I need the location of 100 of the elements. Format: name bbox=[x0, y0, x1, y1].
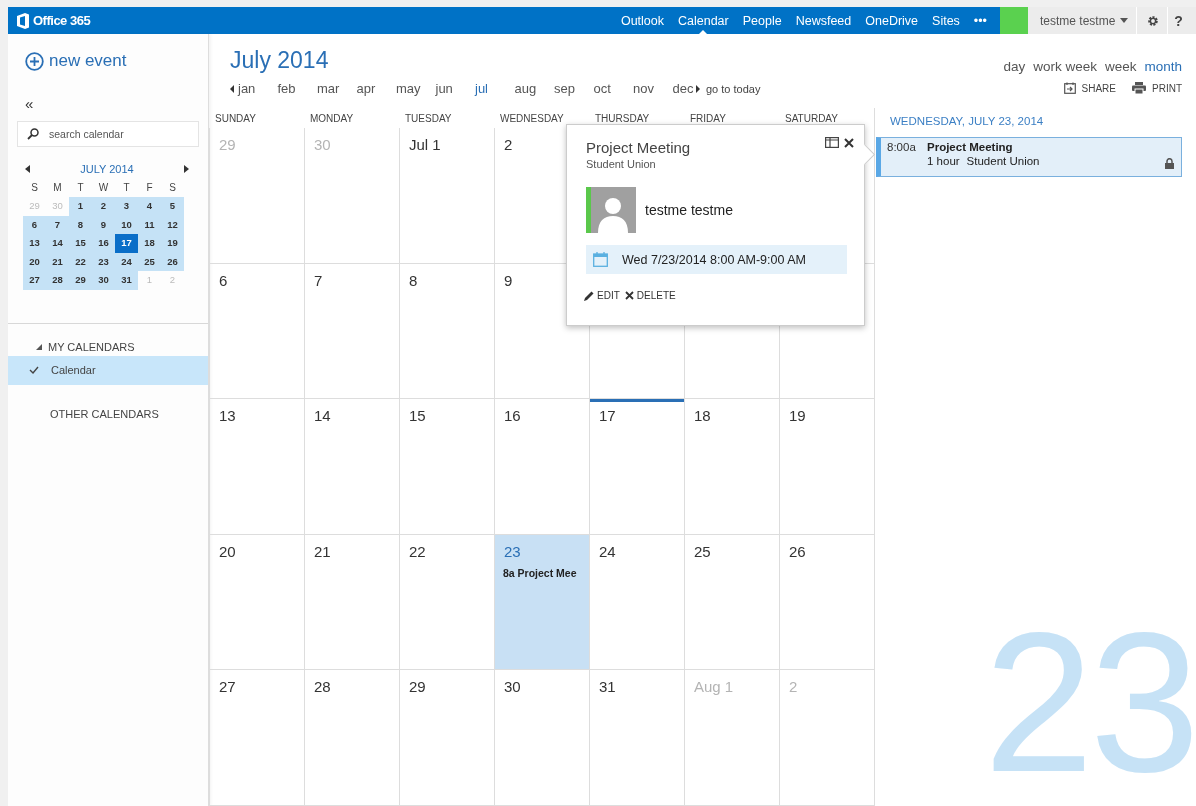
mini-calendar-day[interactable]: 13 bbox=[23, 234, 46, 253]
go-to-today-link[interactable]: go to today bbox=[706, 82, 761, 95]
day-number: 7 bbox=[314, 270, 323, 289]
event-location: Student Union bbox=[586, 158, 657, 170]
weekday-header: THURSDAY bbox=[594, 112, 651, 126]
mini-calendar-day[interactable]: 3 bbox=[115, 197, 138, 216]
day-cell[interactable]: 19 bbox=[779, 399, 874, 535]
month-link[interactable]: mar bbox=[317, 81, 357, 96]
month-link[interactable]: sep bbox=[554, 81, 594, 96]
month-link[interactable]: nov bbox=[633, 81, 673, 96]
mini-calendar-day[interactable]: 1 bbox=[69, 197, 92, 216]
day-number: 22 bbox=[409, 541, 426, 560]
day-cell[interactable]: 25 bbox=[684, 534, 779, 671]
new-event-button[interactable]: new event bbox=[25, 51, 127, 71]
previous-icon[interactable] bbox=[230, 84, 234, 93]
pencil-icon bbox=[584, 290, 594, 301]
day-number: 29 bbox=[219, 135, 236, 153]
day-cell[interactable]: 18 bbox=[684, 399, 779, 535]
calendar-item[interactable]: Calendar bbox=[8, 355, 208, 385]
view-tab[interactable]: work week bbox=[1033, 59, 1097, 74]
nav-link[interactable]: ••• bbox=[966, 7, 994, 34]
nav-link[interactable]: Outlook bbox=[613, 7, 671, 34]
print-button[interactable]: PRINT bbox=[1132, 82, 1182, 94]
mini-calendar-day[interactable]: 18 bbox=[138, 234, 161, 253]
nav-link[interactable]: People bbox=[735, 7, 789, 34]
close-icon[interactable] bbox=[844, 137, 854, 148]
day-cell[interactable]: 8 bbox=[399, 263, 494, 400]
nav-link[interactable]: OneDrive bbox=[858, 7, 926, 34]
mini-calendar-day[interactable]: 6 bbox=[23, 215, 46, 234]
nav-link[interactable]: Newsfeed bbox=[788, 7, 859, 34]
event-label[interactable]: 8a Project Mee bbox=[503, 566, 577, 579]
month-link[interactable]: apr bbox=[356, 81, 396, 96]
plus-circle-icon bbox=[25, 51, 44, 71]
weekday-header: SUNDAY bbox=[214, 112, 257, 126]
event-time: Wed 7/23/2014 8:00 AM-9:00 AM bbox=[622, 252, 806, 267]
day-number: 30 bbox=[504, 677, 521, 696]
day-cell[interactable]: 29 bbox=[399, 670, 494, 806]
month-link[interactable]: jun bbox=[435, 81, 475, 96]
day-cell[interactable]: 15 bbox=[399, 399, 494, 535]
day-number: 31 bbox=[599, 677, 616, 696]
month-link[interactable]: jul bbox=[475, 81, 515, 96]
close-icon bbox=[624, 291, 634, 300]
mini-calendar-day[interactable]: 5 bbox=[161, 197, 184, 216]
month-link[interactable]: aug bbox=[514, 81, 554, 96]
agenda-event[interactable]: 8:00a Project Meeting 1 hour Student Union bbox=[876, 137, 1182, 177]
day-cell[interactable]: 21 bbox=[304, 534, 399, 671]
day-cell[interactable]: Jul 1 bbox=[399, 128, 494, 264]
day-cell[interactable]: 17 bbox=[589, 399, 684, 535]
day-number: 28 bbox=[314, 677, 331, 696]
next-icon[interactable] bbox=[696, 84, 700, 93]
view-tab[interactable]: month bbox=[1144, 59, 1182, 74]
month-link[interactable]: oct bbox=[593, 81, 633, 96]
day-cell[interactable]: 26 bbox=[779, 534, 874, 671]
mini-calendar-day[interactable]: 17 bbox=[115, 234, 138, 253]
day-cell[interactable]: 23 8a Project Mee bbox=[494, 534, 589, 671]
day-cell[interactable]: 24 bbox=[589, 534, 684, 671]
delete-button[interactable]: DELETE bbox=[624, 290, 676, 301]
weekday-label: S bbox=[168, 181, 177, 195]
mini-calendar-day[interactable]: 7 bbox=[46, 215, 69, 234]
month-link[interactable]: may bbox=[396, 81, 436, 96]
next-icon[interactable] bbox=[184, 165, 189, 173]
view-tab[interactable]: day bbox=[1003, 59, 1026, 74]
nav-link[interactable]: Calendar bbox=[671, 7, 736, 34]
month-link[interactable]: jan bbox=[238, 81, 278, 96]
settings-icon[interactable] bbox=[1147, 14, 1160, 27]
share-button[interactable]: SHARE bbox=[1063, 82, 1116, 94]
day-cell[interactable]: 27 bbox=[209, 670, 304, 806]
mini-calendar-day[interactable]: 2 bbox=[92, 197, 115, 216]
mini-calendar-day[interactable]: 30 bbox=[92, 271, 115, 290]
printer-icon bbox=[1132, 82, 1146, 94]
view-tab[interactable]: week bbox=[1104, 59, 1137, 74]
day-cell[interactable]: 13 bbox=[209, 399, 304, 535]
mini-calendar-day[interactable]: 16 bbox=[92, 234, 115, 253]
search-field[interactable]: search calendar bbox=[17, 121, 199, 147]
expanded-icon[interactable] bbox=[36, 343, 42, 350]
mini-calendar-day[interactable]: 4 bbox=[138, 197, 161, 216]
day-number: 18 bbox=[694, 406, 711, 425]
mini-calendar-day[interactable]: 31 bbox=[115, 271, 138, 290]
collapse-button[interactable]: « bbox=[25, 95, 34, 112]
day-number: 26 bbox=[789, 541, 806, 560]
group-label[interactable]: OTHER CALENDARS bbox=[8, 390, 208, 423]
day-cell[interactable]: 7 bbox=[304, 263, 399, 400]
month-link[interactable]: feb bbox=[277, 81, 317, 96]
day-cell[interactable]: 14 bbox=[304, 399, 399, 535]
day-cell[interactable]: 16 bbox=[494, 399, 589, 535]
day-cell[interactable]: 6 bbox=[209, 263, 304, 400]
mini-calendar-day[interactable]: 14 bbox=[46, 234, 69, 253]
mini-calendar-day[interactable]: 15 bbox=[69, 234, 92, 253]
mini-calendar-day[interactable]: 29 bbox=[69, 271, 92, 290]
weekday-header: FRIDAY bbox=[689, 112, 727, 126]
pop-out-icon[interactable] bbox=[825, 137, 839, 148]
day-cell[interactable]: 28 bbox=[304, 670, 399, 806]
mini-calendar-day[interactable]: 27 bbox=[23, 271, 46, 290]
day-cell[interactable]: 31 bbox=[589, 670, 684, 806]
mini-calendar-day[interactable]: 28 bbox=[46, 271, 69, 290]
day-cell[interactable]: 30 bbox=[494, 670, 589, 806]
previous-icon[interactable] bbox=[25, 165, 30, 173]
nav-link[interactable]: Sites bbox=[925, 7, 967, 34]
day-cell[interactable]: 20 bbox=[209, 534, 304, 671]
mini-calendar-day[interactable]: 19 bbox=[161, 234, 184, 253]
